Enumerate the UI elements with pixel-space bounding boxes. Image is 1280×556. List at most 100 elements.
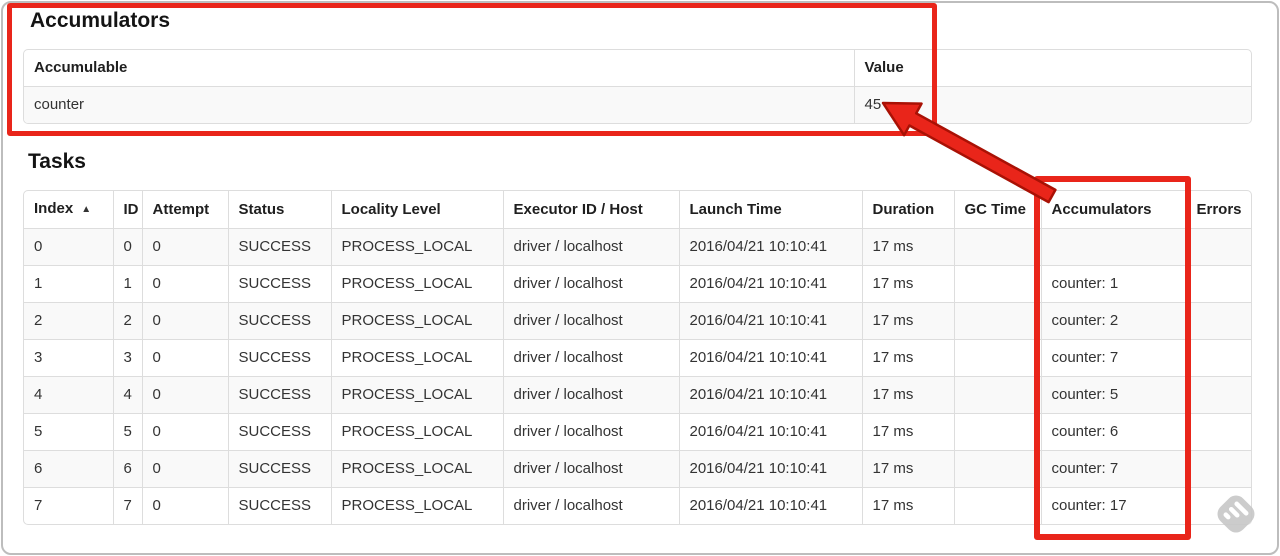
task-cell-executor-id-host: driver / localhost [502,302,679,340]
task-cell-attempt: 0 [141,487,228,524]
task-row: 5 5 0 SUCCESS PROCESS_LOCAL driver / localhos… [24,413,1251,451]
task-cell-errors [1185,376,1251,414]
task-cell-locality-level: PROCESS_LOCAL [330,413,503,451]
task-cell-id: 1 [112,265,142,303]
task-row: 6 6 0 SUCCESS PROCESS_LOCAL driver / localhos… [24,450,1251,488]
spark-ui-page: Accumulators Accumulable Value counter 4… [0,0,1280,556]
task-cell-gc-time [953,228,1041,266]
task-cell-duration: 17 ms [861,413,954,451]
task-cell-index: 3 [24,339,113,377]
task-cell-accumulators: counter: 5 [1040,376,1186,414]
task-cell-gc-time [953,450,1041,488]
task-cell-errors [1185,265,1251,303]
task-cell-index: 5 [24,413,113,451]
tasks-table-body: 0 0 0 SUCCESS PROCESS_LOCAL driver / localhos… [24,228,1251,524]
gc-time-column-header[interactable]: GC Time [953,191,1041,229]
accumulators-header-row: Accumulable Value [24,50,1251,87]
locality-level-column-header[interactable]: Locality Level [330,191,503,229]
errors-column-header[interactable]: Errors [1185,191,1251,229]
task-cell-attempt: 0 [141,265,228,303]
value-column-header[interactable]: Value [853,50,1251,87]
launch-time-column-header[interactable]: Launch Time [678,191,862,229]
task-cell-duration: 17 ms [861,265,954,303]
task-cell-status: SUCCESS [227,413,331,451]
task-cell-executor-id-host: driver / localhost [502,487,679,524]
task-cell-attempt: 0 [141,228,228,266]
task-cell-locality-level: PROCESS_LOCAL [330,228,503,266]
tasks-header-row: Index ▲ ID Attempt Status Locality Level … [24,191,1251,229]
task-cell-executor-id-host: driver / localhost [502,450,679,488]
duration-column-header[interactable]: Duration [861,191,954,229]
task-cell-executor-id-host: driver / localhost [502,228,679,266]
task-cell-status: SUCCESS [227,339,331,377]
task-cell-attempt: 0 [141,339,228,377]
task-cell-locality-level: PROCESS_LOCAL [330,450,503,488]
task-cell-status: SUCCESS [227,302,331,340]
task-cell-executor-id-host: driver / localhost [502,265,679,303]
task-cell-status: SUCCESS [227,265,331,303]
task-cell-attempt: 0 [141,376,228,414]
task-row: 2 2 0 SUCCESS PROCESS_LOCAL driver / localhos… [24,302,1251,340]
task-cell-errors [1185,413,1251,451]
task-cell-accumulators: counter: 7 [1040,339,1186,377]
task-cell-launch-time: 2016/04/21 10:10:41 [678,450,862,488]
task-cell-accumulators: counter: 1 [1040,265,1186,303]
task-row: 4 4 0 SUCCESS PROCESS_LOCAL driver / localhos… [24,376,1251,414]
task-cell-executor-id-host: driver / localhost [502,339,679,377]
task-cell-attempt: 0 [141,302,228,340]
task-cell-gc-time [953,487,1041,524]
task-cell-executor-id-host: driver / localhost [502,413,679,451]
tasks-table: Index ▲ ID Attempt Status Locality Level … [23,190,1252,525]
executor-id-host-column-header[interactable]: Executor ID / Host [502,191,679,229]
index-column-header[interactable]: Index ▲ [24,191,113,229]
task-cell-id: 6 [112,450,142,488]
accumulators-section-title: Accumulators [30,9,171,32]
attempt-column-header[interactable]: Attempt [141,191,228,229]
task-cell-accumulators: counter: 2 [1040,302,1186,340]
task-cell-accumulators [1040,228,1186,266]
task-cell-id: 5 [112,413,142,451]
task-cell-gc-time [953,339,1041,377]
task-cell-launch-time: 2016/04/21 10:10:41 [678,265,862,303]
task-cell-index: 7 [24,487,113,524]
task-cell-errors [1185,339,1251,377]
task-cell-duration: 17 ms [861,376,954,414]
task-cell-locality-level: PROCESS_LOCAL [330,339,503,377]
task-cell-launch-time: 2016/04/21 10:10:41 [678,302,862,340]
index-header-label: Index [34,200,74,217]
task-row: 3 3 0 SUCCESS PROCESS_LOCAL driver / localhos… [24,339,1251,377]
task-cell-id: 7 [112,487,142,524]
task-cell-gc-time [953,376,1041,414]
task-cell-id: 3 [112,339,142,377]
task-cell-duration: 17 ms [861,487,954,524]
task-cell-index: 0 [24,228,113,266]
status-column-header[interactable]: Status [227,191,331,229]
accumulators-table: Accumulable Value counter 45 [23,49,1252,124]
accumulators-column-header[interactable]: Accumulators [1040,191,1186,229]
task-cell-status: SUCCESS [227,228,331,266]
id-column-header[interactable]: ID [112,191,142,229]
task-cell-duration: 17 ms [861,450,954,488]
task-cell-launch-time: 2016/04/21 10:10:41 [678,413,862,451]
task-cell-executor-id-host: driver / localhost [502,376,679,414]
task-cell-accumulators: counter: 6 [1040,413,1186,451]
task-cell-errors [1185,450,1251,488]
task-cell-locality-level: PROCESS_LOCAL [330,265,503,303]
task-cell-launch-time: 2016/04/21 10:10:41 [678,376,862,414]
accumulator-row: counter 45 [24,86,1251,123]
task-cell-attempt: 0 [141,413,228,451]
accumulable-name-cell: counter [24,86,854,123]
task-cell-accumulators: counter: 7 [1040,450,1186,488]
task-row: 7 7 0 SUCCESS PROCESS_LOCAL driver / localhos… [24,487,1251,524]
task-cell-id: 0 [112,228,142,266]
task-cell-gc-time [953,302,1041,340]
task-cell-errors [1185,228,1251,266]
task-cell-launch-time: 2016/04/21 10:10:41 [678,339,862,377]
task-cell-index: 2 [24,302,113,340]
task-cell-index: 1 [24,265,113,303]
task-cell-duration: 17 ms [861,339,954,377]
task-cell-index: 4 [24,376,113,414]
task-cell-gc-time [953,413,1041,451]
task-cell-gc-time [953,265,1041,303]
accumulable-column-header[interactable]: Accumulable [24,50,854,87]
